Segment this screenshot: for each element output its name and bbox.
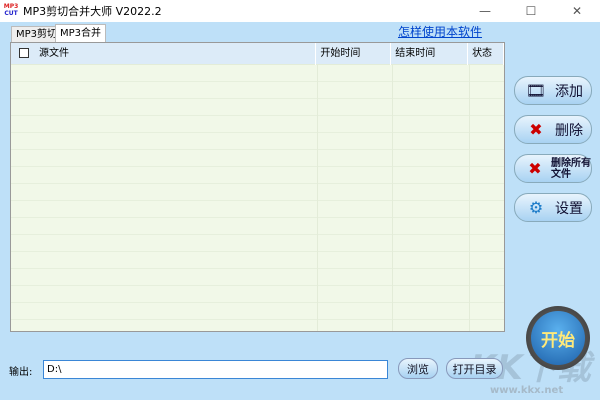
table-body [11,65,504,331]
delete-all-button[interactable]: ✖ 删除所有文件 [514,154,592,183]
file-table[interactable]: 源文件 开始时间 结束时间 状态 [10,42,505,332]
watermark-url: www.kkx.net [490,385,564,396]
minimize-button[interactable]: — [462,0,508,22]
film-add-icon: 🎞 [525,81,547,100]
title-bar: MP3 CUT MP3剪切合并大师 V2022.2 — ☐ ✕ [0,0,600,22]
column-start-time[interactable]: 开始时间 [316,43,392,65]
settings-button[interactable]: ⚙ 设置 [514,193,592,222]
tab-mp3-merge[interactable]: MP3合并 [55,24,107,42]
add-button[interactable]: 🎞 添加 [514,76,592,105]
open-directory-button[interactable]: 打开目录 [446,358,503,379]
column-source-file[interactable]: 源文件 [11,43,317,65]
red-x-icon: ✖ [528,159,542,178]
help-link[interactable]: 怎样使用本软件 [398,23,482,40]
output-label: 输出: [9,367,33,378]
close-button[interactable]: ✕ [554,0,600,22]
window-title: MP3剪切合并大师 V2022.2 [23,5,162,18]
column-end-time[interactable]: 结束时间 [391,43,469,65]
column-divider [392,65,393,331]
column-divider [469,65,470,331]
column-status[interactable]: 状态 [468,43,504,65]
red-x-icon: ✖ [529,120,543,139]
maximize-button[interactable]: ☐ [508,0,554,22]
delete-button[interactable]: ✖ 删除 [514,115,592,144]
gear-icon: ⚙ [528,198,544,217]
table-header: 源文件 开始时间 结束时间 状态 [11,43,504,65]
column-divider [317,65,318,331]
start-button[interactable]: 开始 [526,306,590,370]
app-logo-icon: MP3 CUT [3,3,19,17]
select-all-checkbox[interactable] [19,48,29,58]
browse-button[interactable]: 浏览 [398,358,438,379]
output-path-input[interactable]: D:\ [43,360,388,379]
